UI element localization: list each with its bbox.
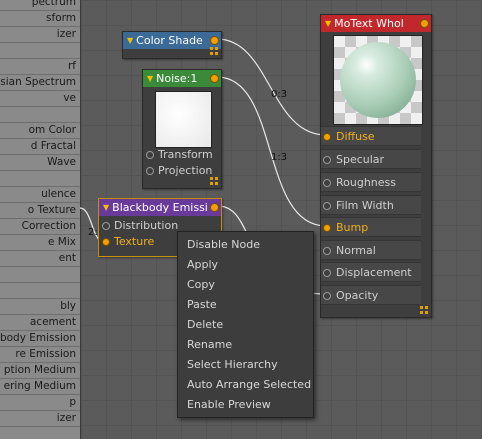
input-port[interactable]	[323, 292, 331, 300]
input-port[interactable]	[323, 133, 331, 141]
node-title: MoText Whol	[334, 17, 404, 30]
noise-node[interactable]: ▼ Noise:1 Transform Projection	[142, 69, 222, 189]
wire-label: 1:3	[271, 152, 288, 163]
menu-item-apply[interactable]: Apply	[187, 256, 218, 274]
node-header[interactable]: ▼ Noise:1	[143, 70, 221, 87]
output-port[interactable]	[210, 74, 219, 83]
port-film-width[interactable]: Film Width	[321, 195, 421, 215]
wire-color-shade-diffuse	[216, 38, 327, 136]
material-sphere	[340, 42, 416, 118]
port-label: Texture	[114, 235, 155, 248]
port-label: Displacement	[336, 266, 412, 279]
port-bump[interactable]: Bump	[321, 217, 421, 237]
port-roughness[interactable]: Roughness	[321, 172, 421, 192]
port-diffuse[interactable]: Diffuse	[321, 126, 421, 146]
port-label: Specular	[336, 153, 385, 166]
input-port[interactable]	[146, 167, 154, 175]
port-label: Projection	[158, 164, 213, 177]
input-port[interactable]	[323, 179, 331, 187]
input-port[interactable]	[323, 202, 331, 210]
input-port[interactable]	[102, 222, 110, 230]
menu-item-copy[interactable]: Copy	[187, 276, 215, 294]
resize-grip-icon[interactable]	[420, 306, 428, 314]
wire-label: 0:3	[271, 89, 288, 100]
menu-item-paste[interactable]: Paste	[187, 296, 217, 314]
color-shade-node[interactable]: ▼ Color Shade	[122, 31, 222, 59]
collapse-triangle-icon[interactable]: ▼	[325, 15, 331, 32]
input-port[interactable]	[146, 151, 154, 159]
port-label: Normal	[336, 244, 376, 257]
node-title: Noise:1	[156, 72, 198, 85]
port-displacement[interactable]: Displacement	[321, 262, 421, 282]
collapse-triangle-icon[interactable]: ▼	[127, 32, 133, 49]
port-specular[interactable]: Specular	[321, 149, 421, 169]
port-opacity[interactable]: Opacity	[321, 285, 421, 305]
menu-item-disable-node[interactable]: Disable Node	[187, 236, 260, 254]
port-label: Bump	[336, 221, 369, 234]
port-label: Diffuse	[336, 130, 375, 143]
collapse-triangle-icon[interactable]: ▼	[103, 199, 109, 216]
input-port[interactable]	[323, 224, 331, 232]
material-preview	[333, 35, 423, 125]
output-port[interactable]	[210, 203, 219, 212]
resize-grip-icon[interactable]	[210, 47, 218, 55]
output-port[interactable]	[210, 36, 219, 45]
input-port[interactable]	[323, 269, 331, 277]
motext-material-node[interactable]: ▼ MoText Whol Diffuse Specular Roughness …	[320, 14, 432, 318]
context-menu: Disable Node Apply Copy Paste Delete Ren…	[177, 231, 314, 418]
input-port[interactable]	[323, 156, 331, 164]
port-label: Roughness	[336, 176, 397, 189]
menu-item-auto-arrange-selected[interactable]: Auto Arrange Selected	[187, 376, 311, 394]
node-header[interactable]: ▼ MoText Whol	[321, 15, 431, 32]
node-header[interactable]: ▼ Color Shade	[123, 32, 221, 49]
input-port[interactable]	[102, 238, 110, 246]
menu-item-rename[interactable]: Rename	[187, 336, 232, 354]
node-title: Blackbody Emissi	[112, 201, 208, 214]
menu-item-enable-preview[interactable]: Enable Preview	[187, 396, 271, 414]
port-label: Film Width	[336, 199, 394, 212]
menu-item-select-hierarchy[interactable]: Select Hierarchy	[187, 356, 278, 374]
collapse-triangle-icon[interactable]: ▼	[147, 70, 153, 87]
noise-preview	[155, 91, 212, 148]
node-title: Color Shade	[136, 34, 203, 47]
port-label: Opacity	[336, 289, 379, 302]
menu-item-delete[interactable]: Delete	[187, 316, 223, 334]
port-normal[interactable]: Normal	[321, 240, 421, 260]
node-header[interactable]: ▼ Blackbody Emissi	[99, 199, 221, 216]
output-port[interactable]	[420, 19, 429, 28]
input-port[interactable]	[323, 247, 331, 255]
resize-grip-icon[interactable]	[210, 177, 218, 185]
